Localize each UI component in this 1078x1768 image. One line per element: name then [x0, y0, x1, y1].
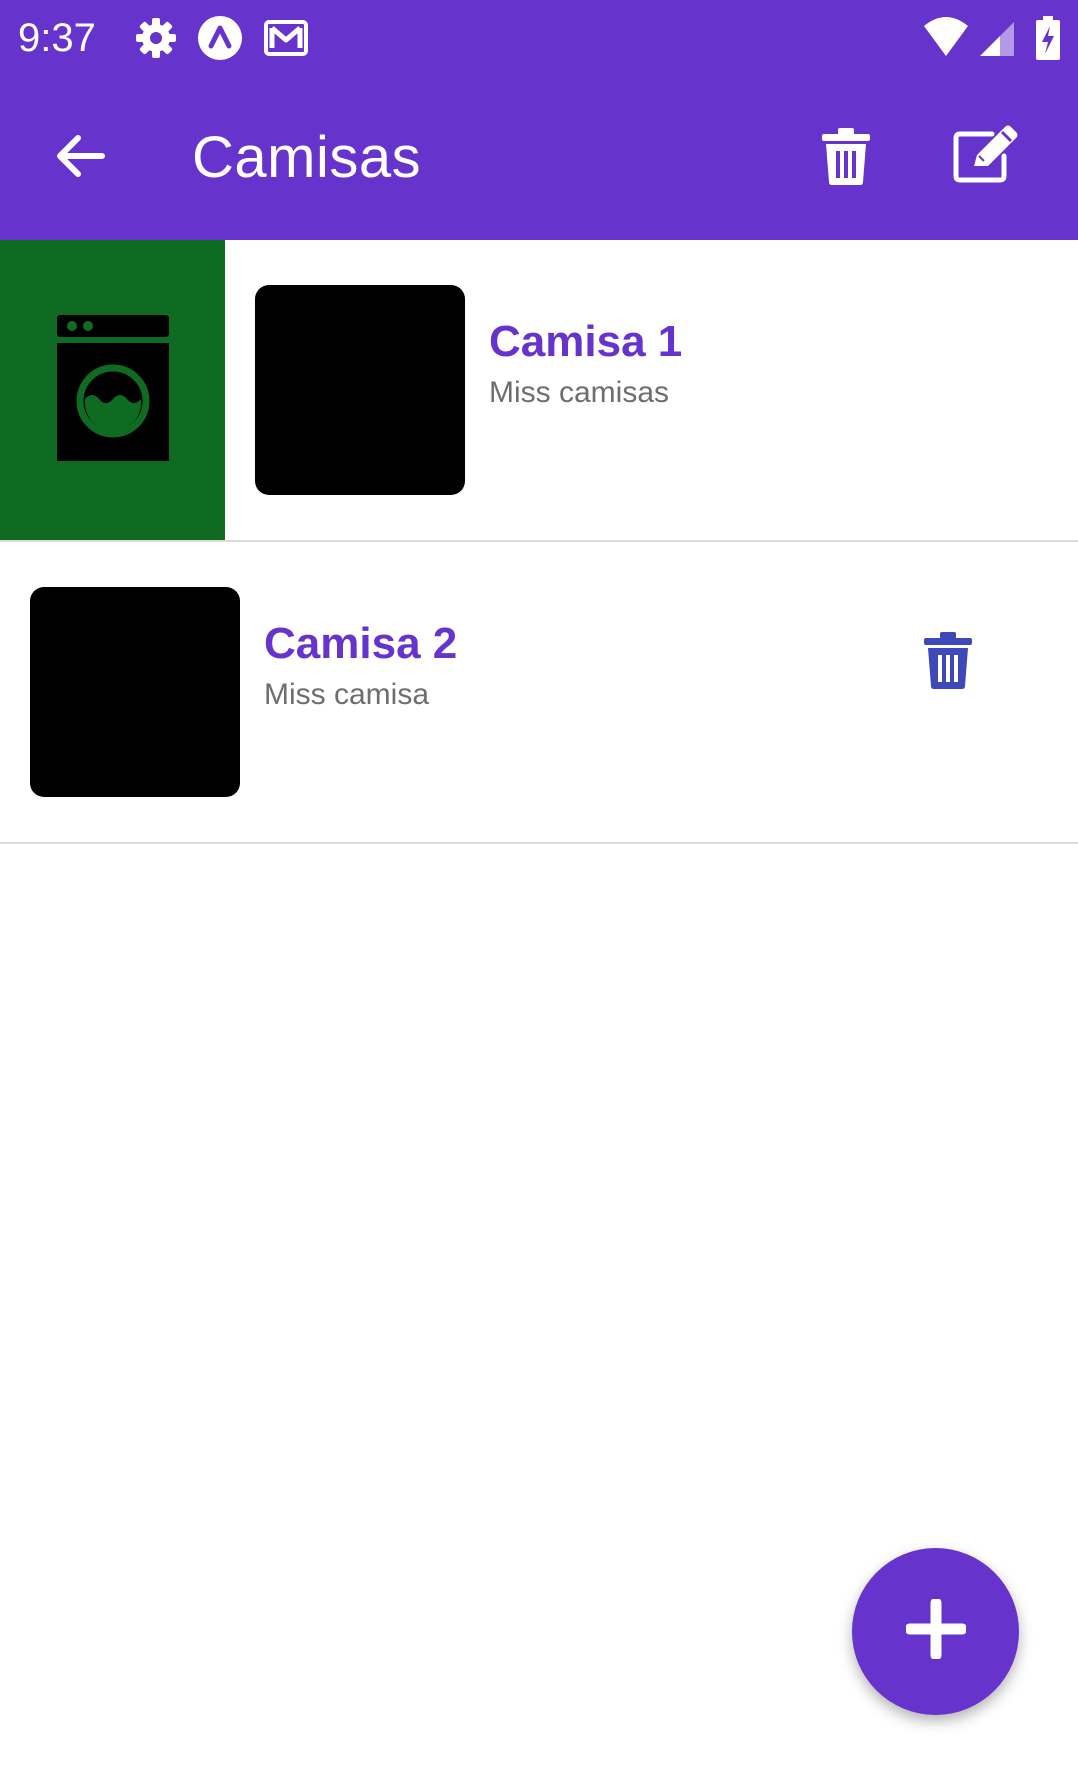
- item-subtitle: Miss camisa: [264, 678, 430, 711]
- edit-icon: [952, 124, 1020, 189]
- list-item[interactable]: Camisa 1 Miss camisas: [0, 240, 1078, 542]
- swipe-action-button[interactable]: [0, 240, 225, 540]
- item-delete-button[interactable]: [898, 612, 998, 712]
- list-item[interactable]: Camisa 2 Miss camisa: [0, 542, 1078, 844]
- battery-charging-icon: [1032, 14, 1064, 62]
- wifi-icon: [922, 14, 970, 62]
- item-subtitle: Miss camisas: [489, 376, 670, 409]
- back-button[interactable]: [30, 108, 130, 208]
- list-item-content[interactable]: Camisa 1 Miss camisas: [225, 240, 1078, 540]
- item-thumbnail: [30, 587, 240, 797]
- status-time: 9:37: [18, 16, 96, 60]
- app-bar: Camisas: [0, 76, 1078, 240]
- trash-icon: [922, 630, 974, 695]
- list-item-content[interactable]: Camisa 2 Miss camisa: [0, 542, 1078, 842]
- item-title: Camisa 1: [489, 317, 683, 366]
- washing-machine-icon: [56, 314, 169, 466]
- page-title: Camisas: [192, 125, 422, 190]
- edit-button[interactable]: [936, 106, 1036, 206]
- delete-button[interactable]: [796, 108, 896, 208]
- gmail-icon: [262, 14, 310, 62]
- plus-icon: [904, 1597, 967, 1664]
- status-bar: 9:37: [0, 0, 1078, 76]
- signal-icon: [976, 14, 1024, 62]
- trash-icon: [820, 126, 872, 191]
- expo-icon: [196, 14, 244, 62]
- add-button[interactable]: [852, 1548, 1019, 1715]
- item-thumbnail: [255, 285, 465, 495]
- arrow-back-icon: [52, 128, 108, 189]
- gear-icon: [132, 14, 180, 62]
- item-list: Camisa 1 Miss camisas Camisa 2 Miss cami…: [0, 240, 1078, 844]
- item-title: Camisa 2: [264, 619, 458, 668]
